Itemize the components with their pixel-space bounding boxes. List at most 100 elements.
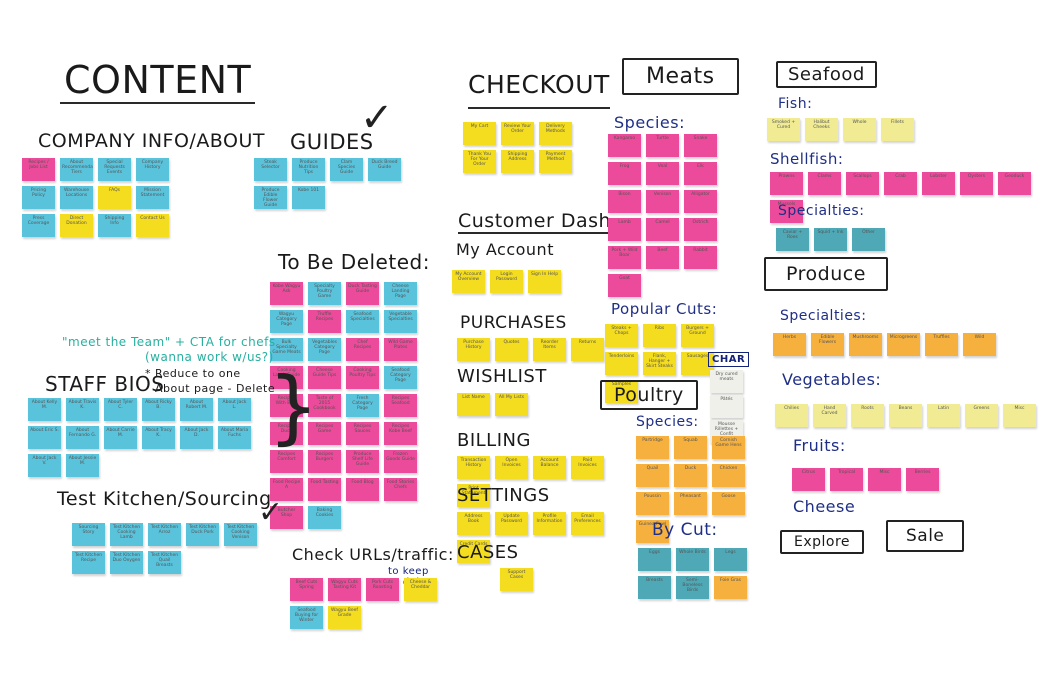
popular-cuts-heading: Popular Cuts:: [611, 300, 718, 318]
sticky-note: Scallops: [846, 172, 879, 195]
sticky-note: About Jack D.: [180, 426, 213, 449]
seafood-specialties-notes: Caviar + Roes Squid + Ink Other: [776, 228, 896, 251]
meats-species-notes: Kangaroo Turtle Snake Frog Veal Elk Bison Venis…: [608, 134, 748, 297]
sticky-note: Prawns: [770, 172, 803, 195]
sticky-note: Shipping Address: [501, 150, 534, 173]
sticky-note: Rabbit: [684, 246, 717, 269]
sticky-note: Payment Method: [539, 150, 572, 173]
by-cut-notes: Eggs Whole Birds Legs Breasts Semi-Boneless …: [638, 548, 748, 599]
my-account-heading: My Account: [456, 240, 554, 259]
sticky-note: All My Lists: [495, 393, 528, 416]
sticky-note: Sourcing Story: [72, 523, 105, 546]
purchases-notes: Purchase History Quotes Reorder Items Retur…: [457, 338, 617, 361]
staff-annotation-teal-2: (wanna work w/us?): [145, 350, 274, 364]
sticky-note: Quail: [636, 464, 669, 487]
sticky-note: Misc: [868, 468, 901, 491]
test-kitchen-heading: Test Kitchen/Sourcing: [57, 488, 272, 510]
sticky-note: Cheese & Cheddar: [404, 578, 437, 601]
sticky-note: About Ricky B.: [142, 398, 175, 421]
sticky-note: Paid Invoices: [571, 456, 604, 479]
sticky-note: Mission Statement: [136, 186, 169, 209]
checkout-notes: My Cart Review Your Order Delivery Methods…: [463, 122, 583, 173]
sticky-note: Test Kitchen Recipe: [72, 551, 105, 574]
brace-icon: }: [268, 360, 319, 453]
sticky-note: Semi-Boneless Birds: [676, 576, 709, 599]
sticky-note: About Carrie M.: [104, 426, 137, 449]
sticky-note: Poussin: [636, 492, 669, 515]
cheese-heading: Cheese: [793, 497, 856, 516]
cases-notes: Support Cases: [500, 568, 560, 591]
sticky-note: Smoked + Cured: [767, 118, 800, 141]
checkout-heading: CHECKOUT: [468, 70, 610, 109]
sticky-note: Goat: [608, 274, 641, 297]
sticky-note: Steak Selector: [254, 158, 287, 181]
sticky-note: Ostrich: [684, 218, 717, 241]
sticky-note: Review Your Order: [501, 122, 534, 145]
sticky-note: About Robert M.: [180, 398, 213, 421]
company-info-heading: COMPANY INFO/ABOUT: [38, 130, 265, 152]
sticky-note: Bison: [608, 190, 641, 213]
sticky-note: Turtle: [646, 134, 679, 157]
sticky-note: Baking Cookies: [308, 506, 341, 529]
poultry-species-heading: Species:: [636, 414, 699, 430]
check-icon: ✓: [360, 95, 394, 141]
guides-notes: Steak Selector Produce Nutrition Tips Clam…: [254, 158, 414, 209]
sticky-note: Recipes Comfort: [270, 450, 303, 473]
sticky-note: Goose: [712, 492, 745, 515]
sticky-note: About Maria Fuchs: [218, 426, 251, 449]
sticky-note: Sign In Help: [528, 270, 561, 293]
sticky-note: Misc: [1003, 404, 1036, 427]
sticky-note: Recipes Sauces: [346, 422, 379, 445]
sticky-note: About Kelly M.: [28, 398, 61, 421]
check-urls-notes: Beef Cuts Spring Wagyu Cuts Tasting Kit Po…: [290, 578, 440, 629]
sticky-note: Fillets: [881, 118, 914, 141]
board-title: CONTENT: [60, 58, 256, 104]
meats-heading: Meats: [622, 58, 739, 95]
sticky-note: Food Blog: [346, 478, 379, 501]
sticky-note: Hand Carved: [813, 404, 846, 427]
produce-specialties-heading: Specialties:: [780, 308, 867, 324]
sticky-note: Whole Birds: [676, 548, 709, 571]
sticky-note: Wagyu Category Page: [270, 310, 303, 333]
sticky-note: Direct Donation: [60, 214, 93, 237]
sticky-note: Beef Cuts Spring: [290, 578, 323, 601]
sticky-note: My Account Overview: [452, 270, 485, 293]
staff-annotation-teal-1: "meet the Team" + CTA for chefs: [62, 335, 276, 349]
staff-annotation-black-1: * Reduce to one: [145, 367, 241, 380]
produce-heading: Produce: [764, 257, 888, 291]
sticky-note: Roots: [851, 404, 884, 427]
sticky-note: Caviar + Roes: [776, 228, 809, 251]
sticky-note: Mushrooms: [849, 333, 882, 356]
billing-heading: BILLING: [457, 430, 531, 451]
sticky-note: About Jack V.: [28, 454, 61, 477]
sticky-note: Press Coverage: [22, 214, 55, 237]
sticky-note: Clams: [808, 172, 841, 195]
sticky-note: Duck Tasting Guide: [346, 282, 379, 305]
sticky-note: Wagyu Cuts Tasting Kit: [328, 578, 361, 601]
sticky-note: Warehouse Locations: [60, 186, 93, 209]
sticky-note: Lobster: [922, 172, 955, 195]
sticky-note: Oysters: [960, 172, 993, 195]
sticky-note: Other: [852, 228, 885, 251]
sticky-note: About Fernando G.: [66, 426, 99, 449]
sticky-note: Eggs: [638, 548, 671, 571]
sticky-note: Login Password: [490, 270, 523, 293]
test-kitchen-notes: Sourcing Story Test Kitchen Cooking Lamb T…: [72, 523, 262, 574]
sticky-note: Kobe 101: [292, 186, 325, 209]
sticky-note: Squid + Ink: [814, 228, 847, 251]
sticky-note: Latin: [927, 404, 960, 427]
sticky-note: Recipes Seafood: [384, 394, 417, 417]
sticky-note: Pork Cuts Roasting: [366, 578, 399, 601]
sticky-note: About Jack L.: [218, 398, 251, 421]
sticky-note: Support Cases: [500, 568, 533, 591]
sticky-note: Quotes: [495, 338, 528, 361]
sticky-note: Recipes Kobe Beef: [384, 422, 417, 445]
sticky-note: Seafood Category Page: [384, 366, 417, 389]
my-account-notes: My Account Overview Login Password Sign In…: [452, 270, 572, 293]
sticky-note: Citrus: [792, 468, 825, 491]
sticky-note: Test Kitchen Cooking Venison: [224, 523, 257, 546]
sticky-note: About Tyler C.: [104, 398, 137, 421]
sticky-note: Contact Us: [136, 214, 169, 237]
settings-heading: SETTINGS: [457, 485, 550, 506]
fish-heading: Fish:: [778, 96, 813, 112]
